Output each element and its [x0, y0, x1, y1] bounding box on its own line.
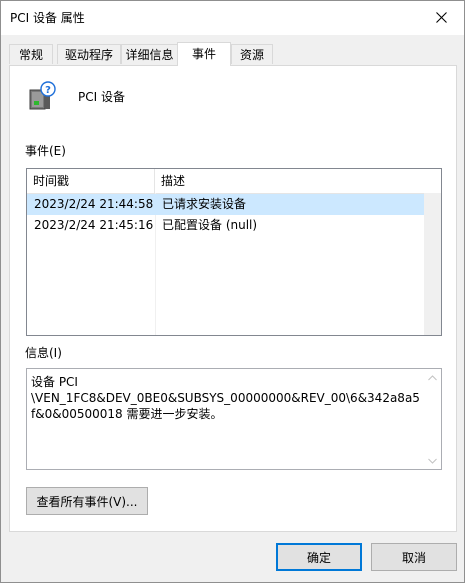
- event-row[interactable]: 2023/2/24 21:45:16 已配置设备 (null): [27, 215, 424, 236]
- events-label: 事件(E): [25, 144, 66, 158]
- close-icon: [435, 11, 447, 23]
- events-list-scrollbar[interactable]: [424, 193, 441, 335]
- info-textbox[interactable]: 设备 PCI \VEN_1FC8&DEV_0BE0&SUBSYS_0000000…: [26, 368, 442, 470]
- events-tab-panel: ? PCI 设备 事件(E) 时间戳 描述 2023/2/24 21:44:58…: [9, 65, 457, 532]
- scroll-down-button[interactable]: [424, 452, 441, 469]
- events-list[interactable]: 时间戳 描述 2023/2/24 21:44:58 已请求安装设备 2023/2…: [26, 168, 442, 336]
- properties-dialog: PCI 设备 属性 常规 驱动程序 详细信息 事件 资源 ? PCI 设备 事件…: [0, 0, 465, 583]
- window-title: PCI 设备 属性: [10, 11, 85, 25]
- events-list-header: 时间戳 描述: [27, 169, 441, 194]
- tab-events[interactable]: 事件: [177, 42, 231, 66]
- tab-resources[interactable]: 资源: [231, 44, 273, 64]
- event-row[interactable]: 2023/2/24 21:44:58 已请求安装设备: [27, 194, 424, 215]
- device-name: PCI 设备: [78, 90, 125, 104]
- info-label: 信息(I): [25, 346, 62, 360]
- event-timestamp: 2023/2/24 21:44:58: [34, 197, 154, 211]
- chevron-down-icon: [428, 458, 437, 464]
- event-description: 已请求安装设备: [162, 197, 247, 211]
- scroll-up-button[interactable]: [424, 369, 441, 386]
- cancel-button[interactable]: 取消: [371, 543, 457, 571]
- tab-strip: 常规 驱动程序 详细信息 事件 资源: [9, 42, 457, 66]
- view-all-events-button[interactable]: 查看所有事件(V)...: [26, 487, 148, 515]
- column-header-timestamp[interactable]: 时间戳: [27, 169, 155, 193]
- chevron-up-icon: [428, 374, 437, 380]
- ok-button[interactable]: 确定: [276, 543, 362, 571]
- tab-general[interactable]: 常规: [9, 44, 53, 64]
- event-timestamp: 2023/2/24 21:45:16: [34, 218, 154, 232]
- tab-details[interactable]: 详细信息: [121, 44, 178, 64]
- svg-text:?: ?: [45, 85, 51, 96]
- close-button[interactable]: [418, 1, 464, 33]
- event-description: 已配置设备 (null): [162, 218, 258, 232]
- unknown-device-icon: ?: [29, 81, 56, 110]
- info-scrollbar[interactable]: [424, 369, 441, 469]
- info-text: 设备 PCI \VEN_1FC8&DEV_0BE0&SUBSYS_0000000…: [31, 375, 420, 421]
- tab-driver[interactable]: 驱动程序: [57, 44, 121, 64]
- title-bar: PCI 设备 属性: [1, 1, 464, 35]
- column-header-description[interactable]: 描述: [155, 169, 441, 193]
